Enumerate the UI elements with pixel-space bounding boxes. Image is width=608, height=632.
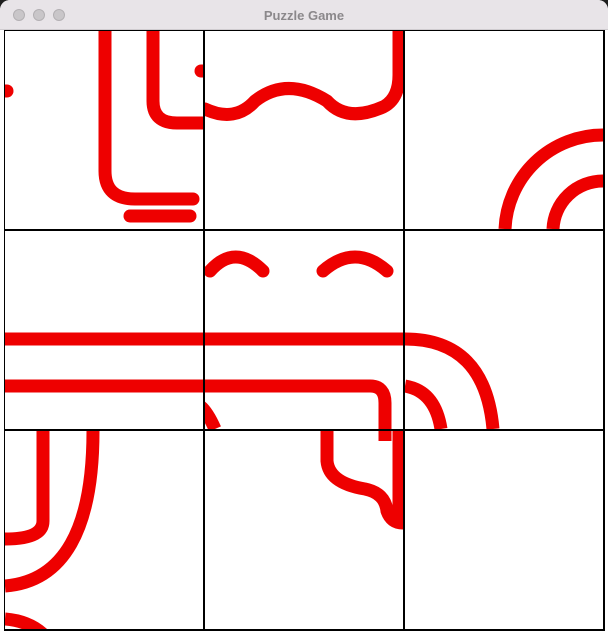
empty-slot[interactable]: [405, 431, 603, 629]
puzzle-tile-r1c1[interactable]: [5, 31, 203, 229]
puzzle-board: [4, 30, 605, 631]
puzzle-tile-r2c1[interactable]: [5, 231, 203, 429]
puzzle-tile-r1c2[interactable]: [205, 31, 403, 229]
puzzle-tile-r3c2[interactable]: [205, 431, 403, 629]
title-bar[interactable]: Puzzle Game: [0, 0, 608, 30]
puzzle-tile-r3c1[interactable]: [5, 431, 203, 629]
window-title: Puzzle Game: [263, 8, 345, 23]
puzzle-tile-r2c2[interactable]: [205, 231, 403, 429]
puzzle-tile-r1c3[interactable]: [405, 31, 603, 229]
game-window: Puzzle Game: [0, 0, 608, 632]
puzzle-tile-r2c3[interactable]: [405, 231, 603, 429]
